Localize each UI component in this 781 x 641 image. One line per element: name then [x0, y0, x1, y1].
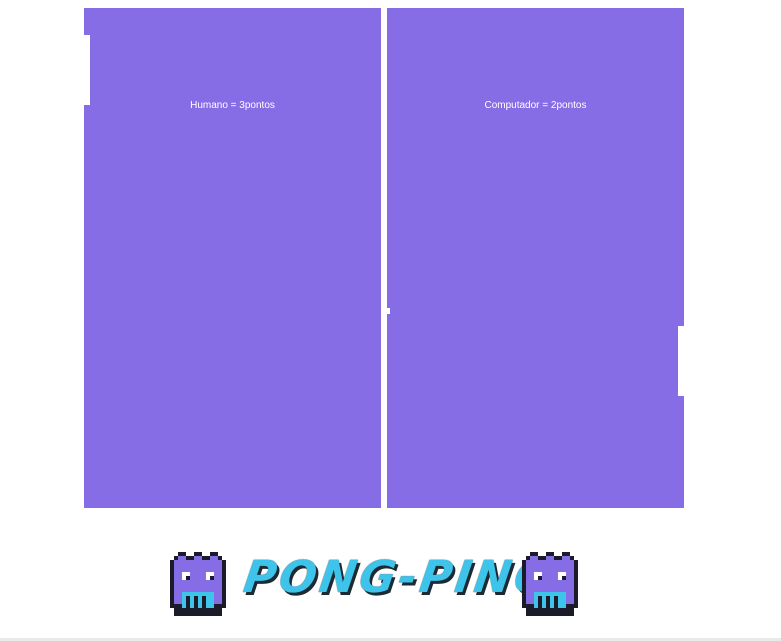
game-court[interactable]: Humano = 3pontos Computador = 2pontos: [84, 8, 684, 508]
logo-title-wrap: PONG-PING: [238, 550, 557, 616]
computer-side: Computador = 2pontos: [387, 8, 684, 508]
computer-paddle: [678, 326, 684, 396]
ball: [385, 308, 390, 314]
player-score: Humano = 3pontos: [190, 100, 275, 111]
logo-title: PONG-PING: [240, 552, 558, 603]
computer-score: Computador = 2pontos: [484, 100, 587, 111]
player-side: Humano = 3pontos: [84, 8, 381, 508]
pixel-monster-icon: [170, 552, 226, 616]
game-logo: PONG-PING: [166, 550, 586, 616]
player-paddle[interactable]: [84, 35, 90, 105]
pixel-monster-icon: [522, 552, 578, 616]
game-page: Humano = 3pontos Computador = 2pontos PO…: [0, 0, 781, 641]
